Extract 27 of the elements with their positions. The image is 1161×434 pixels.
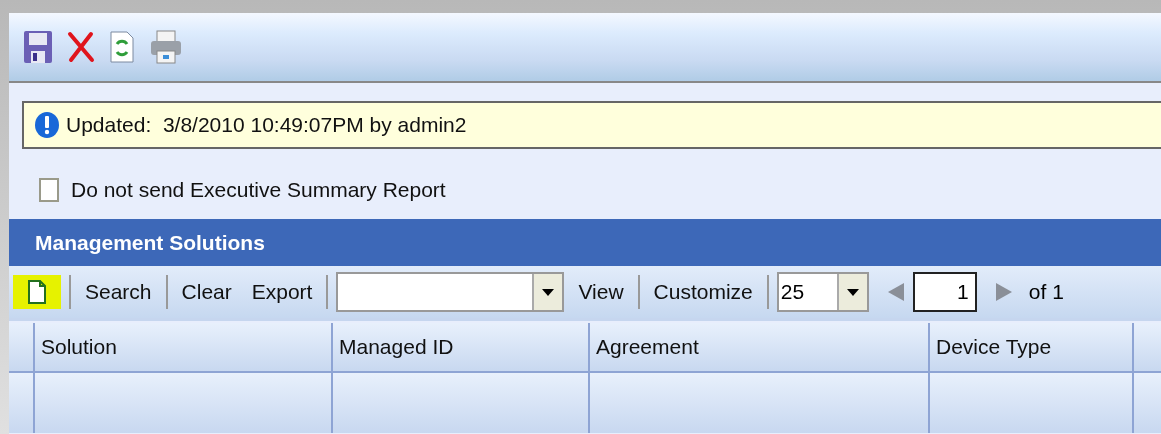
search-button[interactable]: Search <box>79 280 158 304</box>
refresh-icon[interactable] <box>109 30 135 64</box>
table-header-cell <box>9 323 35 373</box>
page-size-dropdown[interactable]: 25 <box>776 272 869 312</box>
page-number-field[interactable]: 1 <box>912 272 977 312</box>
previous-page-icon[interactable] <box>886 282 905 302</box>
view-button[interactable]: View <box>572 280 630 304</box>
section-title: Management Solutions <box>35 230 265 255</box>
export-button[interactable]: Export <box>245 280 319 304</box>
column-header[interactable]: Device Type <box>930 323 1134 373</box>
table-cell <box>9 373 35 433</box>
column-header[interactable]: Agreement <box>590 323 930 373</box>
checkbox[interactable] <box>39 178 59 202</box>
new-document-button[interactable] <box>13 275 61 309</box>
clear-button[interactable]: Clear <box>175 280 238 304</box>
column-header[interactable]: Managed ID <box>333 323 590 373</box>
save-icon[interactable] <box>23 29 53 65</box>
close-icon[interactable] <box>67 31 95 63</box>
notice-text: Updated: 3/8/2010 10:49:07PM by admin2 <box>66 113 467 137</box>
print-icon[interactable] <box>149 29 183 65</box>
page-count: of 1 <box>1028 280 1064 304</box>
next-page-icon[interactable] <box>994 282 1013 302</box>
document-icon[interactable] <box>27 279 47 305</box>
checkbox-label: Do not send Executive Summary Report <box>71 178 446 202</box>
column-header[interactable]: Solution <box>35 323 333 373</box>
customize-button[interactable]: Customize <box>647 280 759 304</box>
info-icon <box>34 111 60 139</box>
